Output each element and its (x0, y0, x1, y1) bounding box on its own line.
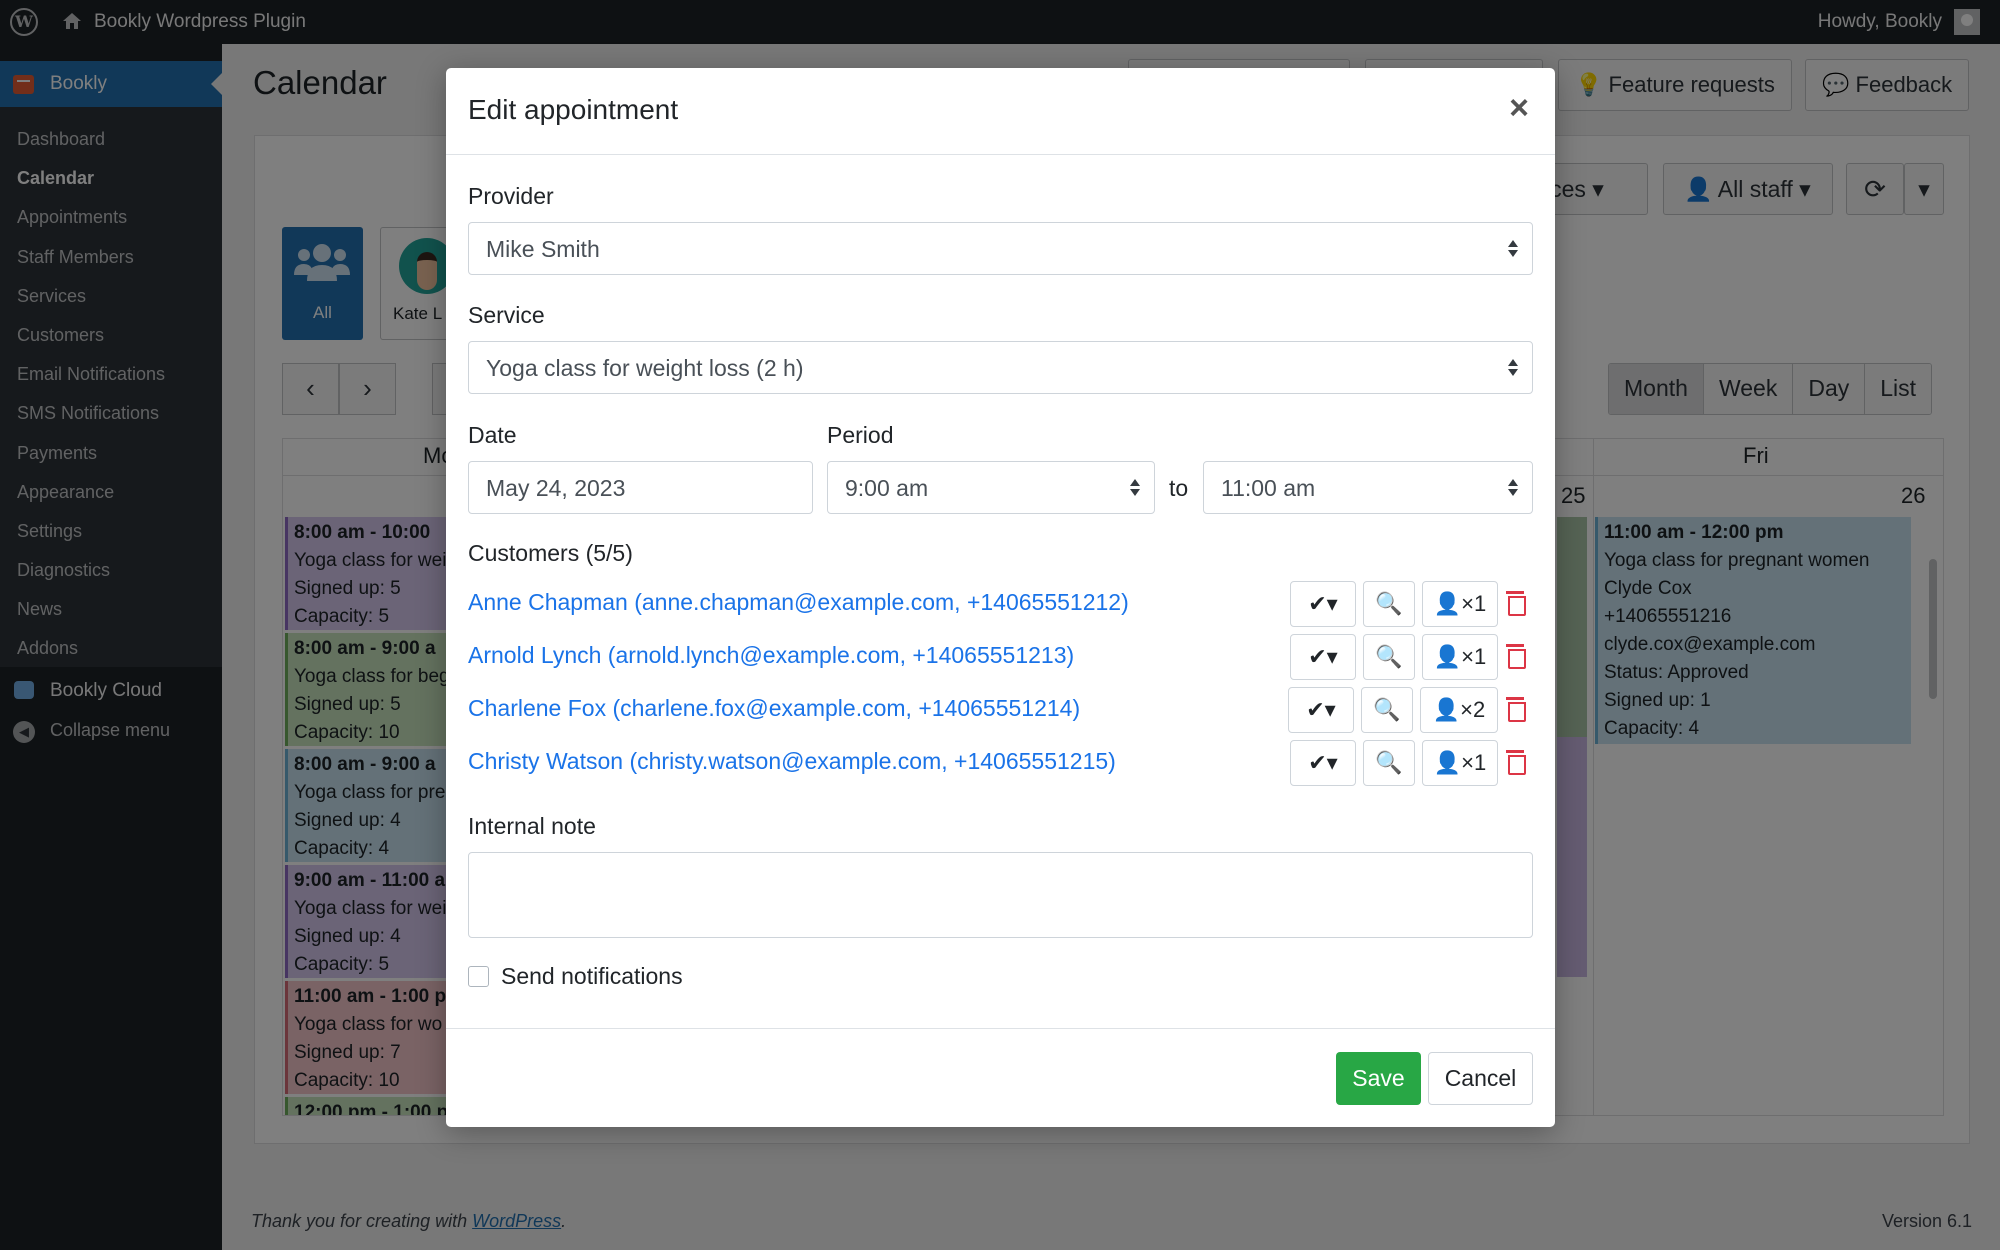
customer-link[interactable]: Anne Chapman (anne.chapman@example.com, … (468, 589, 1129, 616)
date-input[interactable]: May 24, 2023 (468, 461, 813, 514)
status-dropdown-button[interactable]: ✔▾ (1290, 634, 1356, 680)
payment-details-button[interactable]: 🔍 (1363, 740, 1415, 786)
period-to-select[interactable]: 11:00 am (1203, 461, 1533, 514)
modal-header: Edit appointment × (446, 68, 1555, 155)
close-button[interactable]: × (1509, 88, 1529, 128)
persons-count-button[interactable]: 👤×1 (1422, 740, 1498, 786)
save-button[interactable]: Save (1336, 1052, 1421, 1105)
customer-row: Anne Chapman (anne.chapman@example.com, … (468, 581, 1533, 627)
search-dollar-icon: 🔍 (1375, 591, 1403, 616)
customers-label: Customers (5/5) (468, 540, 633, 566)
provider-label: Provider (468, 183, 554, 209)
delete-customer-icon[interactable] (1506, 644, 1526, 669)
persons-count: ×1 (1461, 644, 1487, 669)
persons-count: ×2 (1460, 697, 1486, 722)
persons-count-button[interactable]: 👤×1 (1422, 634, 1498, 680)
persons-count: ×1 (1461, 591, 1487, 616)
send-notifications-checkbox[interactable] (468, 966, 489, 987)
check-icon: ✔▾ (1308, 591, 1338, 616)
close-icon: × (1509, 89, 1529, 127)
search-dollar-icon: 🔍 (1373, 697, 1401, 722)
payment-details-button[interactable]: 🔍 (1363, 581, 1415, 627)
persons-count-button[interactable]: 👤×1 (1422, 581, 1498, 627)
provider-value: Mike Smith (486, 236, 600, 262)
status-dropdown-button[interactable]: ✔▾ (1290, 581, 1356, 627)
status-dropdown-button[interactable]: ✔▾ (1290, 740, 1356, 786)
internal-note-label: Internal note (468, 813, 596, 839)
user-icon: 👤 (1433, 591, 1462, 616)
service-value: Yoga class for weight loss (2 h) (486, 355, 804, 381)
search-dollar-icon: 🔍 (1375, 750, 1403, 775)
period-from-select[interactable]: 9:00 am (827, 461, 1155, 514)
send-notifications-label[interactable]: Send notifications (501, 963, 683, 990)
select-arrows-icon (1130, 479, 1140, 497)
service-select[interactable]: Yoga class for weight loss (2 h) (468, 341, 1533, 394)
delete-customer-icon[interactable] (1506, 750, 1526, 775)
select-arrows-icon (1508, 479, 1518, 497)
period-to-label: to (1169, 475, 1189, 501)
customer-row: Arnold Lynch (arnold.lynch@example.com, … (468, 634, 1533, 680)
search-dollar-icon: 🔍 (1375, 644, 1403, 669)
customer-row: Christy Watson (christy.watson@example.c… (468, 740, 1533, 786)
delete-customer-icon[interactable] (1506, 697, 1526, 722)
customer-link[interactable]: Arnold Lynch (arnold.lynch@example.com, … (468, 642, 1074, 669)
check-icon: ✔▾ (1308, 644, 1338, 669)
check-icon: ✔▾ (1308, 750, 1338, 775)
customer-link[interactable]: Charlene Fox (charlene.fox@example.com, … (468, 695, 1080, 722)
payment-details-button[interactable]: 🔍 (1361, 687, 1413, 733)
customer-row: Charlene Fox (charlene.fox@example.com, … (468, 687, 1533, 733)
status-dropdown-button[interactable]: ✔▾ (1288, 687, 1354, 733)
user-icon: 👤 (1433, 750, 1462, 775)
edit-appointment-modal: Edit appointment × Provider Mike Smith S… (446, 68, 1555, 1127)
delete-customer-icon[interactable] (1506, 591, 1526, 616)
persons-count-button[interactable]: 👤×2 (1420, 687, 1498, 733)
date-label: Date (468, 422, 517, 448)
user-icon: 👤 (1432, 697, 1461, 722)
payment-details-button[interactable]: 🔍 (1363, 634, 1415, 680)
period-from-value: 9:00 am (845, 475, 929, 501)
persons-count: ×1 (1461, 750, 1487, 775)
check-icon: ✔▾ (1306, 697, 1336, 722)
period-label: Period (827, 422, 894, 448)
cancel-button[interactable]: Cancel (1428, 1052, 1533, 1105)
period-to-value: 11:00 am (1221, 475, 1316, 501)
user-icon: 👤 (1433, 644, 1462, 669)
internal-note-textarea[interactable] (468, 852, 1533, 938)
provider-select[interactable]: Mike Smith (468, 222, 1533, 275)
modal-title: Edit appointment (468, 94, 679, 125)
select-arrows-icon (1508, 359, 1518, 377)
select-arrows-icon (1508, 240, 1518, 258)
date-value: May 24, 2023 (486, 475, 626, 501)
customer-link[interactable]: Christy Watson (christy.watson@example.c… (468, 748, 1116, 775)
service-label: Service (468, 302, 545, 328)
